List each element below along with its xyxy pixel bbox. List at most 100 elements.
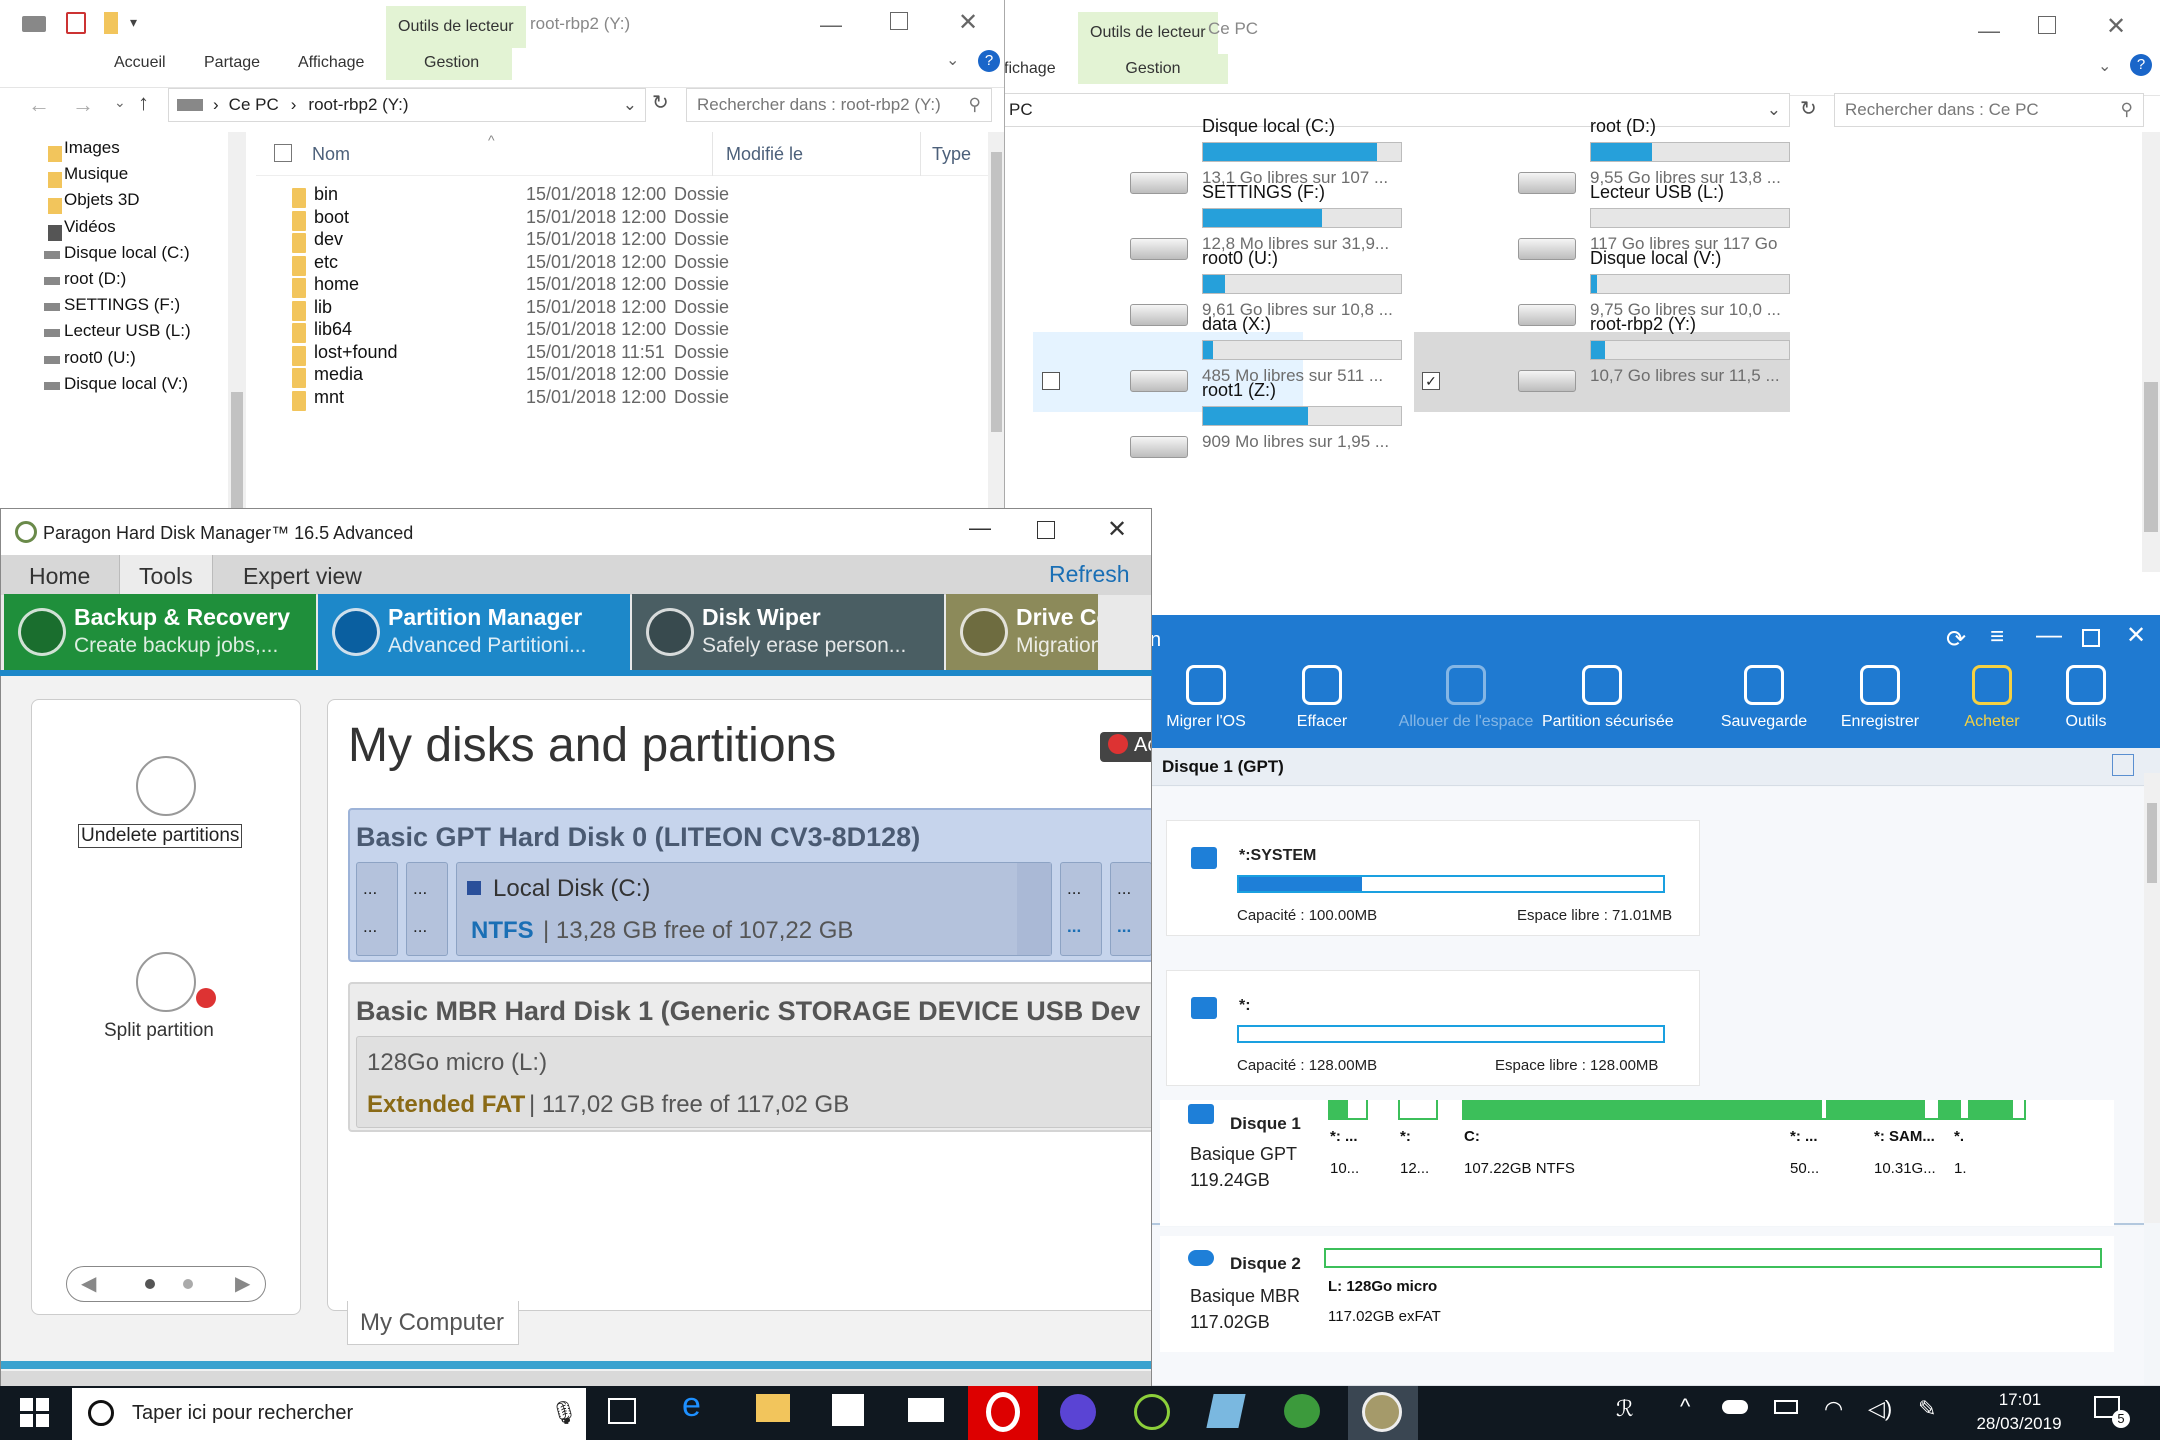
- column-type[interactable]: Type: [932, 144, 971, 165]
- nav-item[interactable]: root0 (U:): [64, 348, 136, 368]
- partition-bar[interactable]: [1952, 1100, 1970, 1120]
- file-name[interactable]: etc: [314, 252, 338, 273]
- drive-label[interactable]: root0 (U:): [1202, 248, 1278, 269]
- windows-start-icon[interactable]: [20, 1398, 50, 1428]
- file-name[interactable]: lib: [314, 297, 332, 318]
- maximize-icon[interactable]: [1037, 521, 1055, 539]
- maximize-icon[interactable]: [2038, 16, 2056, 34]
- nav-item[interactable]: Vidéos: [64, 217, 116, 237]
- nav-scrollbar[interactable]: [228, 132, 246, 510]
- partition-bar[interactable]: [1788, 1100, 1828, 1120]
- address-bar[interactable]: PC ⌄: [1000, 93, 1790, 127]
- help-icon[interactable]: ?: [2130, 54, 2152, 76]
- drive-label[interactable]: root (D:): [1590, 116, 1656, 137]
- partition-bar[interactable]: [1324, 1248, 2102, 1268]
- tab-home[interactable]: Accueil: [114, 54, 166, 72]
- close-icon[interactable]: ✕: [2126, 621, 2146, 650]
- partition-slot[interactable]: ......: [406, 862, 448, 956]
- nav-item[interactable]: Images: [64, 138, 120, 158]
- clock-time[interactable]: 17:01: [1972, 1390, 2068, 1410]
- drive-label[interactable]: Lecteur USB (L:): [1590, 182, 1724, 203]
- disk-0-card[interactable]: Basic GPT Hard Disk 0 (LITEON CV3-8D128)…: [348, 808, 1151, 962]
- view-toggle-icon[interactable]: [2112, 754, 2134, 776]
- breadcrumb-root-rbp2[interactable]: root-rbp2 (Y:): [308, 95, 408, 115]
- toolbar-tools[interactable]: Outils: [2026, 665, 2146, 731]
- menu-home[interactable]: Home: [29, 563, 90, 590]
- maximize-icon[interactable]: [890, 12, 908, 30]
- task-view-icon[interactable]: [608, 1398, 636, 1424]
- refresh-icon[interactable]: ⟳: [1946, 625, 1966, 654]
- search-input[interactable]: Rechercher dans : Ce PC ⚲: [1834, 93, 2144, 127]
- chevron-down-icon[interactable]: ⌄: [1767, 100, 1781, 120]
- drive-checkbox-checked[interactable]: ✓: [1422, 372, 1440, 390]
- tool-tab-drive-copy[interactable]: Drive Copy Migration an: [946, 594, 1098, 670]
- menu-tools[interactable]: Tools: [139, 563, 193, 590]
- toolbar-backup[interactable]: Sauvegarde: [1704, 665, 1824, 731]
- file-name[interactable]: home: [314, 274, 359, 295]
- chevron-left-icon[interactable]: ◀: [81, 1271, 96, 1296]
- tool-tab-partition-manager[interactable]: Partition Manager Advanced Partitioni...: [318, 594, 630, 670]
- drive-label[interactable]: root-rbp2 (Y:): [1590, 314, 1696, 335]
- refresh-icon[interactable]: ↻: [652, 90, 669, 115]
- recent-chevron-icon[interactable]: ⌄: [114, 94, 126, 111]
- tool-tab-backup-recovery[interactable]: Backup & Recovery Create backup jobs,...: [4, 594, 316, 670]
- maximize-icon[interactable]: [2082, 629, 2100, 647]
- paragon-icon[interactable]: [1362, 1392, 1402, 1432]
- chevron-right-icon[interactable]: ▶: [235, 1271, 250, 1296]
- partition-app-icon[interactable]: [1284, 1394, 1320, 1428]
- store-icon[interactable]: [832, 1394, 864, 1426]
- chevron-up-icon[interactable]: ^: [1680, 1394, 1690, 1420]
- toolbar-secure-partition[interactable]: Partition sécurisée: [1542, 665, 1674, 731]
- chevron-down-icon[interactable]: ⌄: [2098, 56, 2111, 76]
- nav-item[interactable]: Objets 3D: [64, 190, 140, 210]
- disk-map-row-2[interactable]: Disque 2 Basique MBR 117.02GB L: 128Go m…: [1160, 1236, 2114, 1352]
- file-name[interactable]: mnt: [314, 387, 344, 408]
- column-name[interactable]: Nom: [312, 144, 350, 165]
- tab-manage[interactable]: Gestion: [1078, 54, 1228, 84]
- file-name[interactable]: bin: [314, 184, 338, 205]
- file-name[interactable]: media: [314, 364, 363, 385]
- upwork-icon[interactable]: [1134, 1394, 1170, 1430]
- split-partition-icon[interactable]: [136, 952, 196, 1012]
- back-arrow-icon[interactable]: ←: [28, 92, 50, 118]
- page-dot[interactable]: [183, 1279, 193, 1289]
- partition-bar[interactable]: [1872, 1100, 1940, 1120]
- toolbar-migrate-os[interactable]: Migrer l'OS: [1146, 665, 1266, 731]
- nav-item[interactable]: SETTINGS (F:): [64, 295, 180, 315]
- file-name[interactable]: lost+found: [314, 342, 398, 363]
- partition-l[interactable]: 128Go micro (L:) Extended FAT | 117,02 G…: [356, 1036, 1151, 1128]
- opera-icon[interactable]: [986, 1392, 1020, 1432]
- minimize-icon[interactable]: —: [1978, 18, 2000, 44]
- microphone-icon[interactable]: 🎙: [550, 1400, 578, 1426]
- minimize-icon[interactable]: —: [2036, 619, 2062, 650]
- up-arrow-icon[interactable]: ↑: [138, 90, 149, 116]
- partition-card-2[interactable]: *: Capacité : 128.00MB Espace libre : 12…: [1166, 970, 1700, 1086]
- properties-icon[interactable]: [66, 12, 86, 34]
- partition-c[interactable]: Local Disk (C:) NTFS | 13,28 GB free of …: [456, 862, 1052, 956]
- close-icon[interactable]: ✕: [958, 8, 978, 37]
- partition-bar[interactable]: [1328, 1100, 1368, 1120]
- select-all-checkbox[interactable]: [274, 144, 292, 162]
- partition-card-system[interactable]: *:SYSTEM Capacité : 100.00MB Espace libr…: [1166, 820, 1700, 936]
- partition-slot[interactable]: ......: [1110, 862, 1151, 956]
- menu-icon[interactable]: ≡: [1990, 623, 2004, 651]
- minimize-icon[interactable]: —: [820, 12, 842, 38]
- mail-icon[interactable]: [908, 1398, 944, 1422]
- tab-drive-tools[interactable]: Outils de lecteur: [1078, 12, 1218, 54]
- folder-icon[interactable]: [104, 12, 118, 34]
- tool-tab-disk-wiper[interactable]: Disk Wiper Safely erase person...: [632, 594, 944, 670]
- chevron-down-icon[interactable]: ⌄: [946, 50, 959, 70]
- chevron-down-icon[interactable]: ▾: [130, 14, 137, 31]
- drive-label[interactable]: Disque local (V:): [1590, 248, 1721, 269]
- nav-item[interactable]: Disque local (C:): [64, 243, 190, 263]
- clock-date[interactable]: 28/03/2019: [1966, 1414, 2072, 1434]
- tab-my-computer[interactable]: My Computer: [347, 1301, 519, 1345]
- menu-expert-view[interactable]: Expert view: [243, 563, 362, 590]
- toolbar-wipe[interactable]: Effacer: [1262, 665, 1382, 731]
- drive-label[interactable]: Disque local (C:): [1202, 116, 1335, 137]
- help-icon[interactable]: ?: [978, 50, 1000, 72]
- forward-arrow-icon[interactable]: →: [72, 92, 94, 118]
- refresh-icon[interactable]: ↻: [1800, 96, 1817, 121]
- partition-slot[interactable]: ......: [356, 862, 398, 956]
- nav-item[interactable]: Lecteur USB (L:): [64, 321, 191, 341]
